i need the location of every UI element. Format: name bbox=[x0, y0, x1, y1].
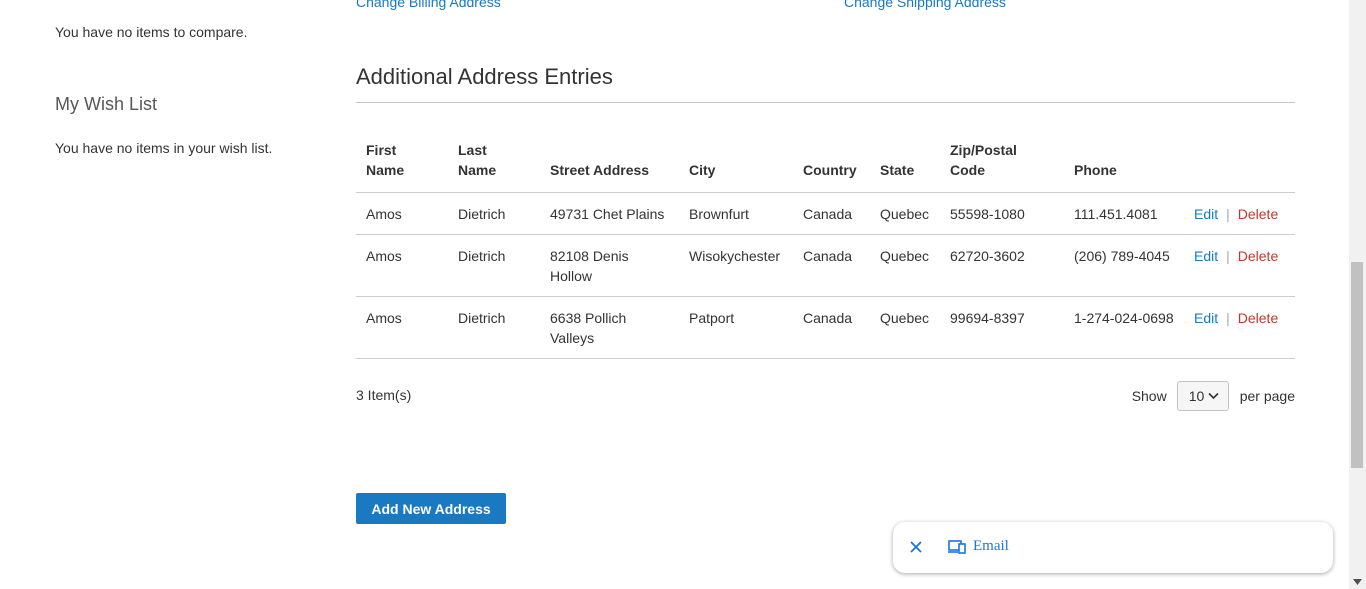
scroll-down-arrow-icon[interactable] bbox=[1353, 579, 1362, 585]
compare-empty-message: You have no items to compare. bbox=[55, 24, 248, 40]
cell-first-name: Amos bbox=[356, 234, 448, 297]
wishlist-empty-message: You have no items in your wish list. bbox=[55, 140, 273, 156]
delete-address-link[interactable]: Delete bbox=[1238, 310, 1278, 326]
header-actions bbox=[1184, 130, 1295, 193]
header-street-address: Street Address bbox=[540, 130, 679, 193]
table-row: Amos Dietrich 6638 Pollich Valleys Patpo… bbox=[356, 296, 1295, 359]
limit-select[interactable]: 10 bbox=[1176, 381, 1229, 411]
cell-city: Wisokychester bbox=[679, 234, 793, 297]
cell-actions: Edit | Delete bbox=[1184, 234, 1295, 297]
cell-actions: Edit | Delete bbox=[1184, 192, 1295, 235]
page-limiter: Show 10 per page bbox=[1132, 381, 1295, 411]
cell-city: Brownfurt bbox=[679, 192, 793, 235]
action-separator: | bbox=[1226, 206, 1230, 222]
header-phone: Phone bbox=[1064, 130, 1184, 193]
limit-value: 10 bbox=[1188, 388, 1205, 404]
table-row: Amos Dietrich 49731 Chet Plains Brownfur… bbox=[356, 192, 1295, 235]
cell-first-name: Amos bbox=[356, 192, 448, 235]
cell-street-address: 6638 Pollich Valleys bbox=[540, 296, 679, 359]
cell-state: Quebec bbox=[870, 192, 940, 235]
cell-street-address: 49731 Chet Plains bbox=[540, 192, 679, 235]
table-header-row: First Name Last Name Street Address City C… bbox=[356, 130, 1295, 193]
cell-state: Quebec bbox=[870, 234, 940, 297]
cell-last-name: Dietrich bbox=[448, 296, 540, 359]
cell-country: Canada bbox=[793, 192, 870, 235]
cell-phone: 111.451.4081 bbox=[1064, 192, 1184, 235]
items-count: 3 Item(s) bbox=[356, 387, 412, 403]
show-label: Show bbox=[1131, 388, 1167, 404]
header-zip: Zip/Postal Code bbox=[940, 130, 1064, 193]
cell-first-name: Amos bbox=[356, 296, 448, 359]
delete-address-link[interactable]: Delete bbox=[1238, 248, 1278, 264]
additional-addresses-title: Additional Address Entries bbox=[356, 64, 1295, 103]
cell-state: Quebec bbox=[870, 296, 940, 359]
addresses-table: First Name Last Name Street Address City C… bbox=[356, 130, 1295, 359]
cell-zip: 55598-1080 bbox=[940, 192, 1064, 235]
email-link[interactable]: Email bbox=[973, 538, 1009, 555]
cell-zip: 99694-8397 bbox=[940, 296, 1064, 359]
header-first-name: First Name bbox=[356, 130, 448, 193]
header-last-name: Last Name bbox=[448, 130, 540, 193]
table-row: Amos Dietrich 82108 Denis Hollow Wisokyc… bbox=[356, 234, 1295, 297]
header-city: City bbox=[679, 130, 793, 193]
wishlist-title: My Wish List bbox=[55, 94, 158, 114]
edit-address-link[interactable]: Edit bbox=[1194, 206, 1218, 222]
cell-country: Canada bbox=[793, 234, 870, 297]
delete-address-link[interactable]: Delete bbox=[1238, 206, 1278, 222]
vertical-scrollbar[interactable] bbox=[1349, 0, 1366, 589]
cell-last-name: Dietrich bbox=[448, 192, 540, 235]
edit-address-link[interactable]: Edit bbox=[1194, 248, 1218, 264]
add-new-address-button[interactable]: Add New Address bbox=[356, 493, 506, 524]
change-shipping-address-link[interactable]: Change Shipping Address bbox=[844, 0, 1006, 10]
cell-country: Canada bbox=[793, 296, 870, 359]
cell-phone: (206) 789-4045 bbox=[1064, 234, 1184, 297]
email-popup: Email bbox=[893, 522, 1333, 573]
address-links: Change Billing Address Change Shipping A… bbox=[356, 0, 1296, 14]
action-separator: | bbox=[1226, 310, 1230, 326]
cell-last-name: Dietrich bbox=[448, 234, 540, 297]
cell-street-address: 82108 Denis Hollow bbox=[540, 234, 679, 297]
close-icon[interactable] bbox=[909, 540, 923, 554]
devices-icon bbox=[948, 540, 966, 554]
cell-city: Patport bbox=[679, 296, 793, 359]
cell-actions: Edit | Delete bbox=[1184, 296, 1295, 359]
header-state: State bbox=[870, 130, 940, 193]
change-billing-address-link[interactable]: Change Billing Address bbox=[356, 0, 501, 10]
per-page-label: per page bbox=[1239, 388, 1295, 404]
chevron-down-icon bbox=[1208, 392, 1219, 400]
header-country: Country bbox=[793, 130, 870, 193]
edit-address-link[interactable]: Edit bbox=[1194, 310, 1218, 326]
action-separator: | bbox=[1226, 248, 1230, 264]
scrollbar-thumb[interactable] bbox=[1351, 262, 1363, 468]
cell-zip: 62720-3602 bbox=[940, 234, 1064, 297]
cell-phone: 1-274-024-0698 bbox=[1064, 296, 1184, 359]
